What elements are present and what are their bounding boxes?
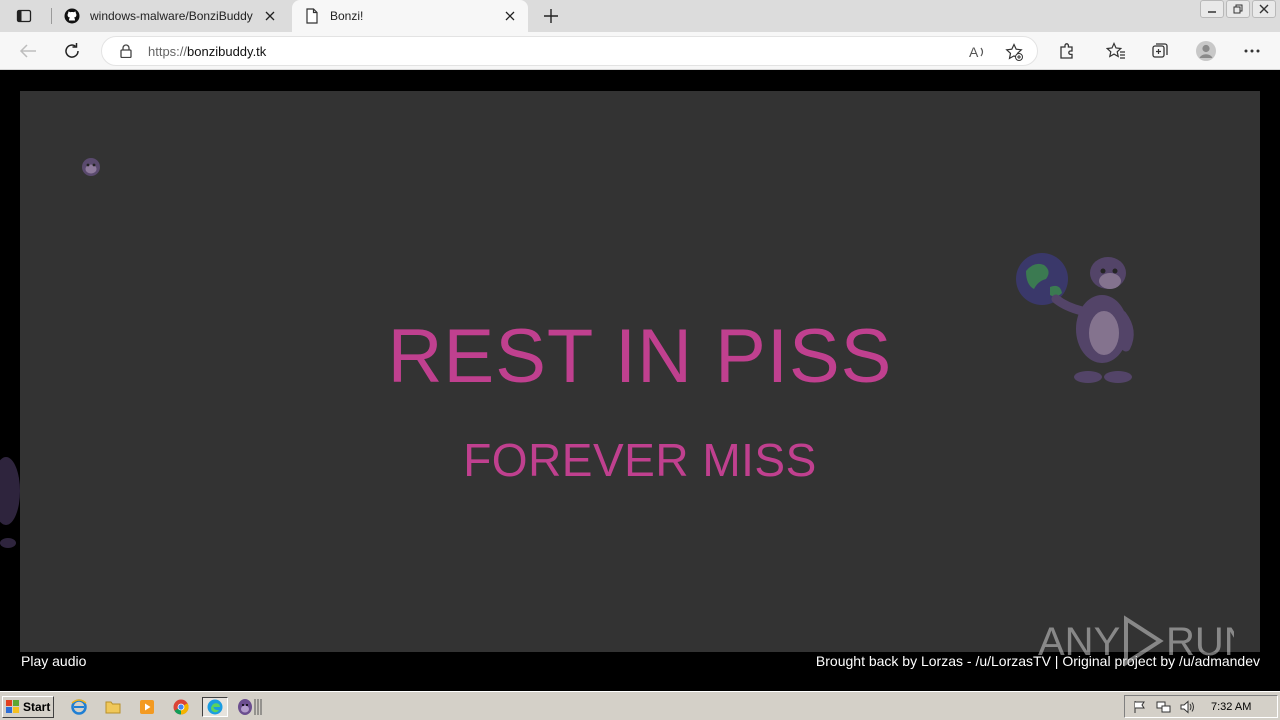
- close-tab-icon[interactable]: [498, 4, 522, 28]
- bonzi-icon[interactable]: [234, 697, 264, 717]
- explorer-icon[interactable]: [102, 697, 124, 717]
- page-icon: [304, 8, 320, 24]
- tab-bonzi[interactable]: Bonzi!: [292, 0, 528, 32]
- profile-button[interactable]: [1192, 37, 1220, 65]
- plus-icon: [544, 9, 558, 23]
- play-audio-link[interactable]: Play audio: [21, 653, 86, 669]
- address-actions: A: [955, 41, 1027, 63]
- tab-github[interactable]: windows-malware/BonziBuddy: [52, 0, 288, 32]
- back-button[interactable]: [14, 37, 42, 65]
- collections-button[interactable]: [1146, 37, 1174, 65]
- ie-icon[interactable]: [68, 697, 90, 717]
- collections-icon: [1152, 43, 1168, 58]
- start-label: Start: [23, 700, 51, 714]
- extensions-button[interactable]: [1053, 37, 1081, 65]
- chrome-icon[interactable]: [170, 697, 192, 717]
- start-button[interactable]: Start: [2, 696, 54, 718]
- windows-flag-icon: [6, 700, 19, 713]
- browser-tab-strip: windows-malware/BonziBuddy Bonzi!: [0, 0, 1280, 32]
- svg-text:RUN: RUN: [1166, 620, 1234, 664]
- edge-icon[interactable]: [202, 697, 228, 717]
- close-window-button[interactable]: [1252, 0, 1276, 18]
- tab-actions-button[interactable]: [8, 4, 40, 28]
- minimize-button[interactable]: [1200, 0, 1224, 18]
- network-icon[interactable]: [1155, 699, 1173, 715]
- ellipsis-icon: [1244, 49, 1260, 53]
- url-protocol: https://: [148, 43, 188, 59]
- page-content: REST IN PISS FOREVER MISS Play audio Bro…: [0, 71, 1280, 691]
- bonzi-edge-character: [0, 457, 20, 548]
- url-host: bonzibuddy.tk: [187, 43, 267, 59]
- more-menu-button[interactable]: [1238, 37, 1266, 65]
- refresh-button[interactable]: [58, 37, 86, 65]
- new-tab-button[interactable]: [538, 4, 564, 28]
- close-tab-icon[interactable]: [258, 4, 282, 28]
- favorites-button[interactable]: [1102, 37, 1130, 65]
- add-favorite-icon[interactable]: [1001, 41, 1027, 63]
- read-aloud-icon[interactable]: A: [965, 41, 991, 63]
- bonzi-stage: REST IN PISS FOREVER MISS: [0, 91, 1260, 652]
- refresh-icon: [65, 43, 79, 58]
- favorites-icon: [1106, 42, 1125, 59]
- clock: 7:32 AM: [1211, 700, 1252, 713]
- svg-text:A: A: [969, 44, 979, 60]
- svg-text:ANY: ANY: [1038, 620, 1120, 664]
- avatar-icon: [1196, 41, 1216, 61]
- restore-button[interactable]: [1226, 0, 1250, 18]
- flag-icon[interactable]: [1131, 699, 1149, 715]
- tab-actions-icon: [16, 9, 32, 23]
- volume-icon[interactable]: [1179, 699, 1197, 715]
- system-tray: 7:32 AM: [1124, 695, 1278, 718]
- tab-title: Bonzi!: [330, 9, 364, 23]
- window-controls: [1198, 0, 1276, 20]
- address-bar[interactable]: https:// bonzibuddy.tk A: [101, 36, 1038, 66]
- tab-title: windows-malware/BonziBuddy: [90, 9, 253, 23]
- anyrun-watermark-logo: ANY RUN: [1038, 615, 1234, 667]
- bonzi-globe-character: [1016, 253, 1134, 383]
- browser-toolbar: https:// bonzibuddy.tk A: [0, 32, 1280, 70]
- github-icon: [64, 8, 80, 24]
- bonzi-mini-icon: [82, 158, 100, 176]
- lock-icon[interactable]: [118, 44, 134, 58]
- windows-taskbar: Start 7:32 AM: [0, 691, 1280, 720]
- back-arrow-icon: [19, 44, 36, 58]
- media-player-icon[interactable]: [136, 697, 158, 717]
- subheadline: FOREVER MISS: [463, 434, 817, 486]
- puzzle-icon: [1060, 43, 1073, 59]
